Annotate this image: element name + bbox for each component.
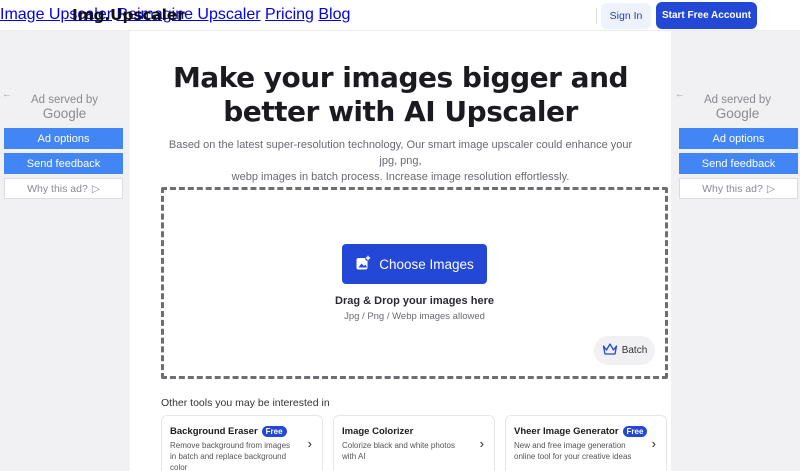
ad-options-button[interactable]: Ad options xyxy=(4,128,123,149)
page-title-line-1: Make your images bigger and xyxy=(172,61,629,94)
ad-panel-right: ← Ad served by Google Ad options Send fe… xyxy=(675,89,800,204)
tool-name: Vheer Image Generator xyxy=(514,426,619,437)
ad-served-by-text: Ad served by xyxy=(703,94,772,106)
chevron-right-icon: › xyxy=(307,436,312,451)
image-add-icon xyxy=(355,254,372,274)
page-title-line-2: better with AI Upscaler xyxy=(223,95,578,128)
other-tools-heading: Other tools you may be interested in xyxy=(161,397,330,409)
page-title: Make your images bigger and better with … xyxy=(130,61,671,129)
google-logo: Google xyxy=(42,106,87,121)
site-header: Img.Upscaler Image Upscaler Reimagine Up… xyxy=(0,0,800,31)
site-logo[interactable]: Img.Upscaler xyxy=(72,6,185,24)
chevron-right-icon: › xyxy=(651,436,656,451)
play-outline-icon: ▷ xyxy=(91,182,100,195)
ad-panel-left: ← Ad served by Google Ad options Send fe… xyxy=(2,89,127,204)
tool-description: Remove background from images in batch a… xyxy=(170,441,291,471)
ad-served-by-text: Ad served by xyxy=(30,94,99,106)
batch-label: Batch xyxy=(621,345,648,356)
why-this-ad-button[interactable]: Why this ad? ▷ xyxy=(4,178,123,199)
play-outline-icon: ▷ xyxy=(766,182,775,195)
nav-divider xyxy=(596,8,597,24)
tool-name: Image Colorizer xyxy=(342,426,414,437)
chevron-right-icon: › xyxy=(479,436,484,451)
why-this-ad-label: Why this ad? xyxy=(702,182,763,195)
why-this-ad-label: Why this ad? xyxy=(27,182,88,195)
google-logo: Google xyxy=(715,106,760,121)
ad-options-button[interactable]: Ad options xyxy=(679,128,798,149)
send-feedback-button[interactable]: Send feedback xyxy=(4,153,123,174)
free-badge: Free xyxy=(261,426,287,437)
sign-in-button[interactable]: Sign In xyxy=(601,3,651,29)
tool-card-vheer-image-generator[interactable]: Vheer Image Generator Free New and free … xyxy=(505,415,667,471)
choose-images-button[interactable]: Choose Images xyxy=(342,244,487,284)
tool-card-background-eraser[interactable]: Background Eraser Free Remove background… xyxy=(161,415,323,471)
tool-description: Colorize black and white photos with AI xyxy=(342,441,455,461)
why-this-ad-button[interactable]: Why this ad? ▷ xyxy=(679,178,798,199)
drop-allowed-formats: Jpg / Png / Webp images allowed xyxy=(344,311,485,322)
page-subtitle-line-2: webp images in batch process. Increase i… xyxy=(231,171,570,183)
tool-name: Background Eraser xyxy=(170,426,258,437)
nav-blog[interactable]: Blog xyxy=(318,6,350,23)
tool-card-image-colorizer[interactable]: Image Colorizer Colorize black and white… xyxy=(333,415,495,471)
send-feedback-button[interactable]: Send feedback xyxy=(679,153,798,174)
drop-title: Drag & Drop your images here xyxy=(335,295,494,307)
free-badge: Free xyxy=(622,426,648,437)
batch-button[interactable]: Batch xyxy=(594,336,655,365)
ad-served-by: Ad served by Google xyxy=(675,93,800,121)
ad-served-by: Ad served by Google xyxy=(2,93,127,121)
start-free-account-button[interactable]: Start Free Account xyxy=(656,2,757,29)
tool-description: New and free image generation online too… xyxy=(514,441,632,461)
page-subtitle-line-1: Based on the latest super-resolution tec… xyxy=(168,139,633,167)
page-subtitle: Based on the latest super-resolution tec… xyxy=(160,137,641,185)
crown-icon xyxy=(602,342,618,359)
nav-pricing[interactable]: Pricing xyxy=(265,6,314,23)
choose-images-label: Choose Images xyxy=(379,256,474,272)
